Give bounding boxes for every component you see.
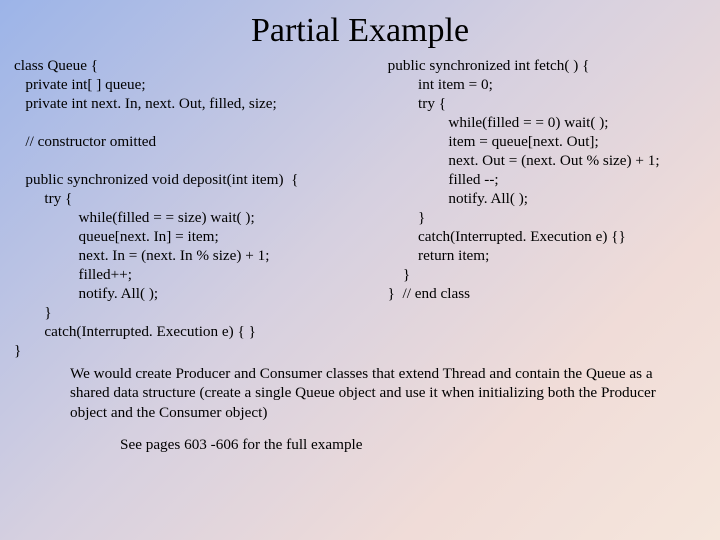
slide-title: Partial Example — [0, 0, 720, 56]
see-pages-note: See pages 603 -606 for the full example — [0, 422, 720, 454]
code-columns: class Queue { private int[ ] queue; priv… — [0, 56, 720, 360]
footer-paragraph: We would create Producer and Consumer cl… — [0, 360, 720, 422]
code-right-column: public synchronized int fetch( ) { int i… — [388, 56, 706, 360]
slide: Partial Example class Queue { private in… — [0, 0, 720, 540]
code-left-column: class Queue { private int[ ] queue; priv… — [14, 56, 388, 360]
